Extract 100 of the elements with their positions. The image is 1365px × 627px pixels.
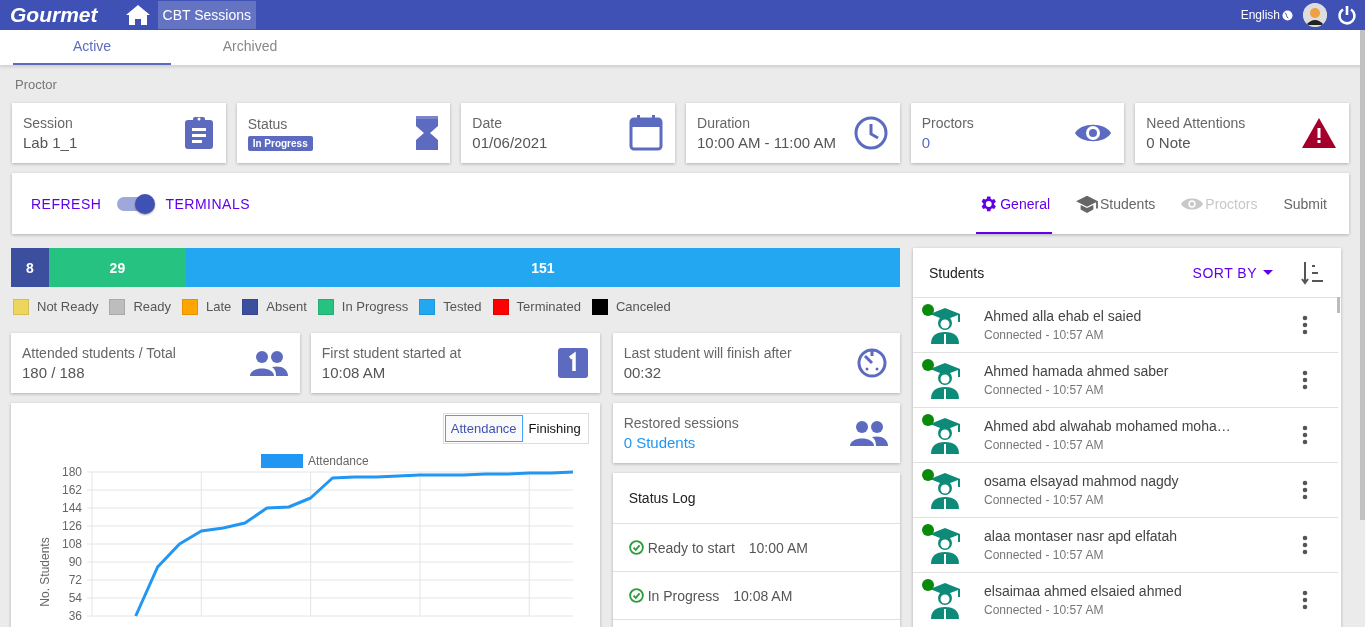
y-tick-label: 36: [68, 609, 82, 623]
student-status: Connected - 10:57 AM: [984, 603, 1105, 617]
card-title: Status Log: [612, 473, 900, 524]
student-status: Connected - 10:57 AM: [984, 383, 1105, 397]
breadcrumb-link[interactable]: CBT Sessions: [157, 1, 256, 29]
people-icon: [249, 350, 288, 376]
more-options-icon[interactable]: [1302, 370, 1308, 390]
more-options-icon[interactable]: [1302, 480, 1308, 500]
refresh-button[interactable]: REFRESH: [31, 195, 102, 212]
student-status: Connected - 10:57 AM: [984, 438, 1105, 452]
card-label: Proctors: [921, 115, 974, 131]
graduation-cap-icon: [1076, 193, 1099, 214]
legend-label: Attendance: [308, 454, 369, 468]
student-status: Connected - 10:57 AM: [984, 328, 1105, 342]
nav-tab[interactable]: General: [976, 173, 1053, 234]
student-name: Ahmed abd alwahab mohamed moha…: [984, 418, 1232, 434]
student-status: Connected - 10:57 AM: [984, 493, 1105, 507]
terminals-switch[interactable]: [117, 196, 154, 211]
y-tick-label: 54: [68, 591, 82, 605]
card-label: Restored sessions: [623, 415, 739, 431]
number-one-icon: [557, 348, 588, 378]
power-icon[interactable]: [1337, 5, 1357, 25]
card-value: 10:08 AM: [321, 364, 387, 381]
card-value: 01/06/2021: [472, 134, 548, 151]
legend-label: Ready: [133, 299, 171, 314]
student-row[interactable]: Ahmed alla ehab el saied Connected - 10:57 AM: [913, 298, 1338, 353]
sort-by-button[interactable]: SORT BY: [1186, 263, 1279, 282]
y-tick-label: 90: [68, 555, 82, 569]
card-value: 00:32: [623, 364, 663, 381]
legend-label: Terminated: [516, 299, 581, 314]
caret-icon: [1263, 270, 1273, 275]
log-label: Ready to start: [647, 539, 735, 556]
student-name: Ahmed alla ehab el saied: [984, 308, 1143, 324]
y-axis-title: No. Students: [38, 537, 52, 607]
card-value: 10:00 AM - 11:00 AM: [697, 134, 836, 151]
student-graduate-icon: [930, 363, 960, 399]
terminals-label[interactable]: TERMINALS: [165, 195, 251, 212]
y-tick-label: 72: [68, 573, 82, 587]
language-selector[interactable]: English: [1240, 8, 1293, 22]
check-circle-icon: [628, 540, 644, 555]
legend-label: Absent: [266, 299, 307, 314]
status-segment: 29: [48, 248, 186, 287]
home-icon[interactable]: [125, 5, 150, 25]
student-row[interactable]: Ahmed abd alwahab mohamed moha… Connected - 10:57 AM: [913, 408, 1338, 463]
student-graduate-icon: [930, 308, 960, 344]
status-segment: 151: [185, 248, 900, 287]
card-value: 180 / 188: [22, 364, 86, 381]
app-logo[interactable]: Gourmet: [10, 3, 98, 27]
card-label: Need Attentions: [1146, 115, 1246, 131]
card-label: Date: [472, 115, 503, 131]
legend-label: Not Ready: [37, 299, 99, 314]
clipboard-icon: [183, 116, 214, 150]
sort-icon[interactable]: [1301, 260, 1325, 285]
people-icon: [850, 420, 888, 446]
clock-icon: [853, 116, 888, 150]
student-graduate-icon: [930, 583, 960, 619]
legend-label: Tested: [443, 299, 482, 314]
card-label: Last student will finish after: [623, 345, 792, 361]
student-graduate-icon: [930, 418, 960, 454]
warning-icon: [1301, 117, 1338, 149]
globe-icon: [1282, 9, 1293, 21]
y-tick-label: 108: [61, 537, 82, 551]
student-row[interactable]: Ahmed hamada ahmed saber Connected - 10:57 AM: [913, 353, 1338, 408]
student-name: Ahmed hamada ahmed saber: [984, 363, 1170, 379]
section-title: Proctor: [14, 76, 58, 94]
more-options-icon[interactable]: [1302, 425, 1308, 445]
card-label: Status: [247, 115, 289, 132]
log-label: In Progress: [647, 587, 720, 604]
student-row[interactable]: elsaimaa ahmed elsaied ahmed Connected - 10:57 AM: [913, 573, 1338, 627]
status-badge: In Progress: [247, 135, 313, 151]
student-name: elsaimaa ahmed elsaied ahmed: [984, 583, 1183, 599]
log-time: 10:08 AM: [733, 587, 793, 604]
card-value: Lab 1_1: [23, 134, 78, 151]
y-tick-label: 162: [61, 483, 82, 497]
tab[interactable]: Active: [13, 30, 171, 65]
more-options-icon[interactable]: [1302, 315, 1308, 335]
chart-toggle-button[interactable]: Attendance: [444, 415, 523, 442]
avatar-icon[interactable]: [1303, 3, 1327, 27]
panel-title: Students: [929, 264, 986, 281]
card-label: Attended students / Total: [22, 345, 176, 361]
card-value[interactable]: 0: [921, 134, 974, 151]
legend-swatch: [261, 454, 303, 468]
student-row[interactable]: osama elsayad mahmod nagdy Connected - 10:57 AM: [913, 463, 1338, 518]
check-circle-icon: [628, 588, 644, 603]
calendar-icon: [629, 115, 663, 151]
more-options-icon[interactable]: [1302, 535, 1308, 555]
student-graduate-icon: [930, 528, 960, 564]
legend-label: In Progress: [341, 299, 409, 314]
nav-tab[interactable]: Students: [1074, 173, 1158, 234]
tab[interactable]: Archived: [171, 30, 329, 65]
submit-button[interactable]: Submit: [1281, 173, 1329, 234]
y-tick-label: 180: [61, 465, 82, 479]
student-status: Connected - 10:57 AM: [984, 548, 1105, 562]
student-row[interactable]: alaa montaser nasr apd elfatah Connected - 10:57 AM: [913, 518, 1338, 573]
timer-icon: [856, 347, 888, 379]
student-name: osama elsayad mahmod nagdy: [984, 473, 1180, 489]
card-label: Session: [23, 115, 74, 131]
legend-label: Canceled: [615, 299, 671, 314]
student-graduate-icon: [930, 473, 960, 509]
more-options-icon[interactable]: [1302, 590, 1308, 610]
